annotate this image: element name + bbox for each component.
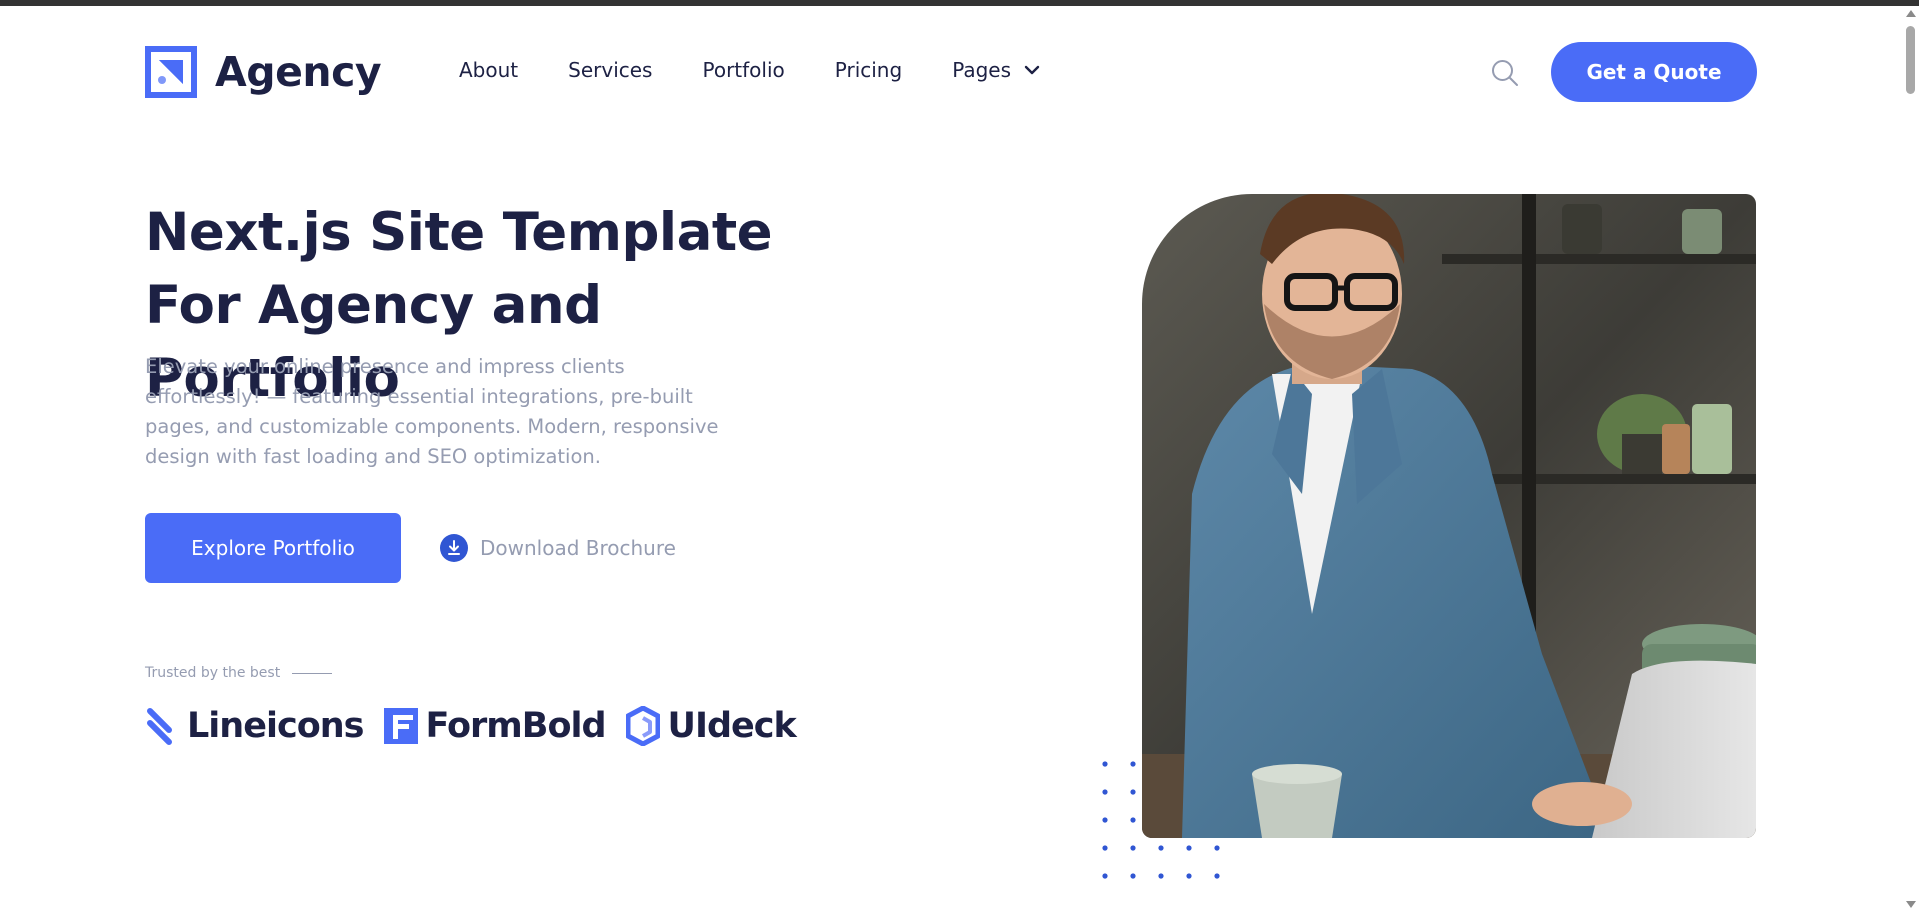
hero-description: Elevate your online presence and impress… [145, 355, 719, 468]
brand-lineicons-name: Lineicons [187, 706, 364, 746]
explore-portfolio-button[interactable]: Explore Portfolio [145, 513, 401, 583]
nav-portfolio[interactable]: Portfolio [702, 58, 784, 82]
chevron-down-icon [1024, 65, 1040, 75]
site-logo[interactable]: Agency [145, 46, 382, 98]
nav-pages[interactable]: Pages [952, 58, 1041, 82]
download-brochure-link[interactable]: Download Brochure [440, 534, 676, 562]
brand-formbold[interactable]: FormBold [383, 706, 607, 746]
scroll-thumb[interactable] [1906, 26, 1915, 94]
brand-lineicons[interactable]: Lineicons [145, 706, 364, 746]
brand-uideck-name: UIdeck [667, 706, 797, 746]
search-icon [1492, 60, 1518, 86]
brand-logos: Lineicons FormBold UIdeck [145, 706, 816, 746]
main-nav: About Services Portfolio Pricing Pages [459, 58, 1091, 82]
get-a-quote-button[interactable]: Get a Quote [1551, 42, 1757, 102]
lineicons-logo-icon [147, 708, 172, 745]
uideck-logo-icon [625, 706, 660, 746]
download-icon [440, 534, 468, 562]
trusted-text: Trusted by the best [145, 665, 281, 681]
hero-image [1142, 194, 1756, 838]
brand-uideck[interactable]: UIdeck [625, 706, 797, 746]
logo-text: Agency [215, 48, 382, 96]
formbold-logo-icon [383, 708, 418, 744]
nav-pages-label: Pages [952, 58, 1012, 82]
search-button[interactable] [1490, 58, 1520, 88]
page-scrollbar[interactable] [1903, 6, 1919, 910]
trusted-divider [292, 672, 333, 674]
nav-about[interactable]: About [459, 58, 518, 82]
brand-formbold-name: FormBold [425, 706, 607, 746]
agency-logo-icon [145, 46, 197, 98]
scroll-up-arrow-icon[interactable] [1906, 10, 1916, 17]
trusted-by: Trusted by the best [145, 665, 333, 681]
hero-photo [1142, 194, 1756, 838]
nav-services[interactable]: Services [568, 58, 652, 82]
browser-top-strip [0, 0, 1919, 6]
download-brochure-label: Download Brochure [480, 536, 676, 560]
scroll-down-arrow-icon[interactable] [1906, 901, 1916, 908]
nav-pricing[interactable]: Pricing [835, 58, 902, 82]
